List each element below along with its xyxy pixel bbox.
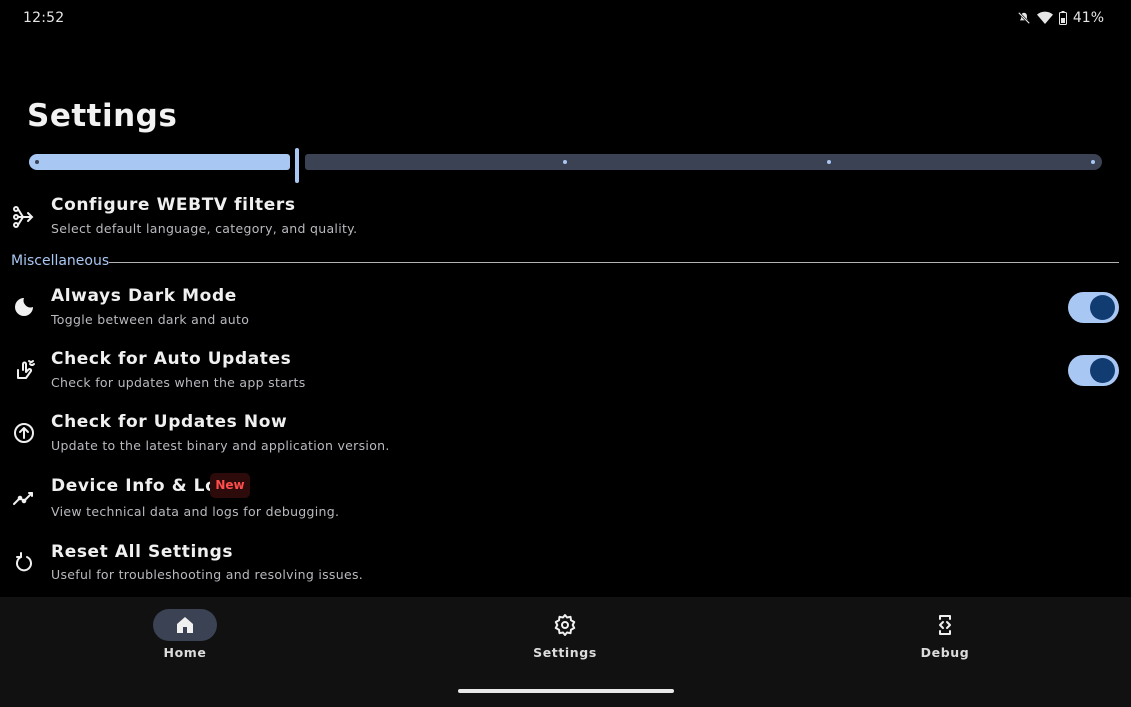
nav-label: Settings — [533, 645, 597, 660]
nav-debug[interactable]: Debug — [885, 609, 1005, 669]
page-title: Settings — [27, 98, 178, 134]
setting-check-updates-now[interactable]: Check for Updates Now Update to the late… — [0, 407, 1131, 459]
section-header-miscellaneous: Miscellaneous — [11, 253, 110, 269]
hand-wave-icon — [12, 358, 36, 382]
nav-label: Home — [163, 645, 207, 660]
battery-percent: 41% — [1072, 10, 1104, 26]
slider-tick — [563, 160, 567, 164]
setting-subtitle: View technical data and logs for debuggi… — [51, 504, 340, 519]
gesture-home-indicator[interactable] — [458, 689, 674, 693]
setting-reset-all[interactable]: Reset All Settings Useful for troublesho… — [0, 537, 1131, 589]
setting-subtitle: Useful for troubleshooting and resolving… — [51, 567, 364, 582]
slider-tick — [827, 160, 831, 164]
filter-split-icon — [12, 205, 36, 229]
gear-icon — [553, 613, 577, 637]
auto-updates-toggle[interactable] — [1068, 355, 1119, 386]
setting-title: Always Dark Mode — [51, 286, 237, 306]
toggle-knob — [1090, 358, 1115, 383]
setting-subtitle: Update to the latest binary and applicat… — [51, 438, 390, 453]
setting-device-info-logs[interactable]: Device Info & Logs View technical data a… — [0, 471, 1131, 525]
nav-home[interactable]: Home — [125, 609, 245, 669]
new-badge: New — [210, 473, 250, 498]
setting-subtitle: Toggle between dark and auto — [51, 312, 250, 327]
setting-title: Reset All Settings — [51, 542, 234, 562]
stepped-slider[interactable] — [29, 148, 1103, 184]
slider-thumb[interactable] — [295, 148, 299, 183]
nav-label: Debug — [920, 645, 970, 660]
setting-subtitle: Check for updates when the app starts — [51, 375, 306, 390]
mute-icon — [1017, 11, 1031, 25]
slider-inactive-track — [305, 154, 1102, 170]
section-divider — [109, 262, 1119, 263]
slider-tick — [1091, 160, 1095, 164]
slider-active-track — [29, 154, 290, 170]
setting-title: Configure WEBTV filters — [51, 195, 296, 215]
home-icon — [173, 613, 197, 637]
reset-icon — [12, 551, 36, 575]
setting-always-dark-mode[interactable]: Always Dark Mode Toggle between dark and… — [0, 281, 1131, 333]
slider-tick — [35, 160, 39, 164]
dark-mode-toggle[interactable] — [1068, 292, 1119, 323]
arrow-up-circle-icon — [12, 421, 36, 445]
status-bar: 12:52 41% — [0, 0, 1131, 38]
status-time: 12:52 — [23, 10, 65, 26]
setting-auto-updates[interactable]: Check for Auto Updates Check for updates… — [0, 344, 1131, 396]
setting-title: Check for Auto Updates — [51, 349, 292, 369]
nav-settings[interactable]: Settings — [505, 609, 625, 669]
setting-title: Check for Updates Now — [51, 412, 288, 432]
toggle-knob — [1090, 295, 1115, 320]
status-icons: 41% — [1017, 10, 1104, 26]
wifi-icon — [1036, 11, 1053, 25]
battery-icon — [1058, 11, 1067, 25]
moon-icon — [12, 295, 36, 319]
setting-configure-filters[interactable]: Configure WEBTV filters Select default l… — [0, 190, 1131, 242]
setting-subtitle: Select default language, category, and q… — [51, 221, 358, 236]
trending-icon — [12, 486, 36, 510]
debug-device-icon — [933, 613, 957, 637]
